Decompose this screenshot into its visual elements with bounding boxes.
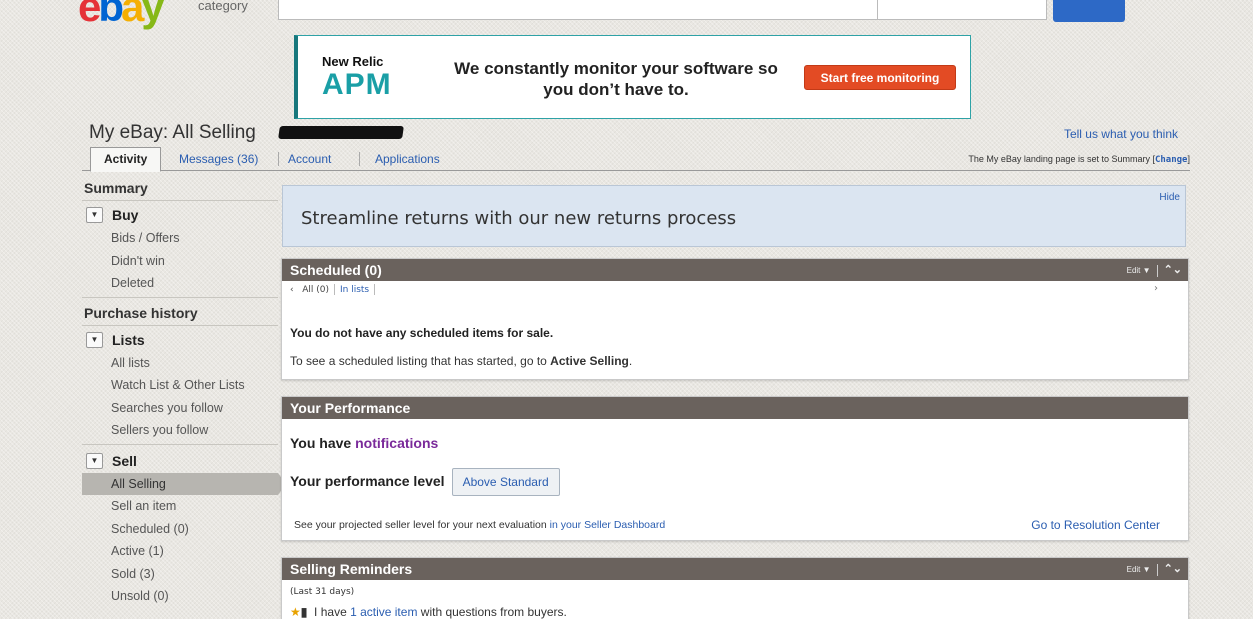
sidebar: Summary ▼ Buy Bids / Offers Didn't win D… bbox=[82, 175, 286, 608]
collapse-toggle-icon[interactable]: ▼ bbox=[86, 331, 103, 348]
sidebar-item-all-lists[interactable]: All lists bbox=[82, 352, 278, 375]
sidebar-item-deleted[interactable]: Deleted bbox=[82, 272, 278, 295]
scheduled-hint: To see a scheduled listing that has star… bbox=[290, 354, 633, 368]
sidebar-item-didnt-win[interactable]: Didn't win bbox=[82, 250, 278, 273]
ebay-logo[interactable]: ebay bbox=[78, 0, 165, 28]
landing-page-setting: The My eBay landing page is set to Summa… bbox=[968, 154, 1190, 165]
sidebar-item-active[interactable]: Active (1) bbox=[82, 540, 278, 563]
sidebar-group-buy[interactable]: ▼ Buy bbox=[82, 201, 278, 227]
reminders-period: (Last 31 days) bbox=[290, 587, 355, 597]
performance-panel: Your Performance You have notifications … bbox=[281, 396, 1189, 541]
sidebar-item-scheduled[interactable]: Scheduled (0) bbox=[82, 518, 278, 541]
returns-promo: Streamline returns with our new returns … bbox=[282, 185, 1186, 247]
ad-cta-button[interactable]: Start free monitoring bbox=[804, 65, 956, 90]
page-title: My eBay: All Selling bbox=[89, 122, 256, 143]
tab-messages[interactable]: Messages (36) bbox=[171, 148, 266, 171]
change-landing-link[interactable]: Change bbox=[1155, 155, 1188, 165]
sidebar-item-bids-offers[interactable]: Bids / Offers bbox=[82, 227, 278, 250]
scheduled-panel: Scheduled (0) Edit ▼ ⌃⌄ ‹ All (0) In lists… bbox=[281, 258, 1189, 380]
seller-dashboard-link[interactable]: in your Seller Dashboard bbox=[550, 519, 666, 531]
alert-flag-icon: ▮ bbox=[300, 605, 308, 619]
scheduled-filter-bar: ‹ All (0) In lists › bbox=[282, 281, 1188, 298]
sidebar-purchase-history[interactable]: Purchase history bbox=[82, 300, 278, 326]
reminder-star-icon: ★ bbox=[290, 605, 301, 619]
panel-title: Selling Reminders Edit ▼ ⌃⌄ bbox=[282, 558, 1188, 580]
tab-account[interactable]: Account bbox=[280, 148, 339, 171]
filter-in-lists[interactable]: In lists bbox=[340, 285, 369, 295]
tab-divider bbox=[359, 152, 360, 166]
sidebar-item-unsold[interactable]: Unsold (0) bbox=[82, 585, 278, 608]
tab-bar: Activity Messages (36) Account Applicati… bbox=[82, 146, 1190, 172]
category-select[interactable] bbox=[877, 0, 1047, 20]
active-item-link[interactable]: 1 active item bbox=[350, 605, 417, 619]
hide-promo-link[interactable]: Hide bbox=[1159, 192, 1180, 203]
shop-by-category-label[interactable]: category bbox=[198, 0, 248, 13]
prev-arrow-icon[interactable]: ‹ bbox=[290, 285, 294, 295]
edit-menu[interactable]: Edit ▼ bbox=[1127, 266, 1151, 275]
search-button[interactable] bbox=[1053, 0, 1125, 22]
sidebar-divider bbox=[82, 443, 278, 445]
tab-activity[interactable]: Activity bbox=[90, 147, 162, 172]
edit-menu[interactable]: Edit ▼ bbox=[1127, 565, 1151, 574]
move-up-down-icon[interactable]: ⌃⌄ bbox=[1164, 563, 1182, 575]
panel-controls: Edit ▼ ⌃⌄ bbox=[1127, 263, 1182, 277]
notifications-line: You have notifications bbox=[290, 435, 439, 451]
tab-applications[interactable]: Applications bbox=[367, 148, 448, 171]
ad-brand: New Relic bbox=[322, 54, 384, 69]
performance-level-row: Your performance level Above Standard bbox=[290, 468, 560, 496]
projected-level-text: See your projected seller level for your… bbox=[294, 519, 666, 531]
panel-title: Your Performance bbox=[282, 397, 1188, 419]
search-input[interactable] bbox=[278, 0, 878, 20]
redacted-username bbox=[278, 126, 404, 139]
sidebar-divider bbox=[82, 296, 278, 298]
next-arrow-icon[interactable]: › bbox=[1154, 283, 1158, 294]
promo-text: Streamline returns with our new returns … bbox=[301, 208, 737, 229]
performance-level-button[interactable]: Above Standard bbox=[451, 468, 560, 496]
panel-controls: Edit ▼ ⌃⌄ bbox=[1127, 562, 1182, 576]
scheduled-empty-message: You do not have any scheduled items for … bbox=[290, 326, 554, 340]
sidebar-item-sold[interactable]: Sold (3) bbox=[82, 563, 278, 586]
ad-message: We constantly monitor your software so y… bbox=[454, 59, 778, 99]
collapse-toggle-icon[interactable]: ▼ bbox=[86, 452, 103, 469]
filter-all[interactable]: All (0) bbox=[302, 285, 329, 295]
sidebar-item-sellers[interactable]: Sellers you follow bbox=[82, 419, 278, 442]
sidebar-item-watch-list[interactable]: Watch List & Other Lists bbox=[82, 374, 278, 397]
ad-banner[interactable]: New Relic APM We constantly monitor your… bbox=[294, 35, 971, 119]
dropdown-icon: ▼ bbox=[1142, 266, 1151, 275]
panel-title: Scheduled (0) Edit ▼ ⌃⌄ bbox=[282, 259, 1188, 281]
sidebar-item-sell-an-item[interactable]: Sell an item bbox=[82, 495, 278, 518]
reminder-item: ★▮ I have 1 active item with questions f… bbox=[290, 605, 567, 619]
notifications-link[interactable]: notifications bbox=[355, 435, 438, 451]
sidebar-item-all-selling[interactable]: All Selling bbox=[82, 472, 286, 495]
sidebar-group-sell[interactable]: ▼ Sell bbox=[82, 447, 278, 473]
sidebar-summary[interactable]: Summary bbox=[82, 175, 278, 201]
active-selling-ref: Active Selling bbox=[550, 354, 629, 368]
resolution-center-link[interactable]: Go to Resolution Center bbox=[1031, 518, 1160, 532]
selling-reminders-panel: Selling Reminders Edit ▼ ⌃⌄ (Last 31 days… bbox=[281, 557, 1189, 619]
tab-divider bbox=[278, 152, 279, 166]
move-up-down-icon[interactable]: ⌃⌄ bbox=[1164, 264, 1182, 276]
collapse-toggle-icon[interactable]: ▼ bbox=[86, 207, 103, 223]
sidebar-item-searches[interactable]: Searches you follow bbox=[82, 397, 278, 420]
sidebar-group-lists[interactable]: ▼ Lists bbox=[82, 326, 278, 352]
dropdown-icon: ▼ bbox=[1142, 565, 1151, 574]
feedback-link[interactable]: Tell us what you think bbox=[1064, 127, 1178, 141]
ad-product-logo: APM bbox=[322, 68, 392, 101]
